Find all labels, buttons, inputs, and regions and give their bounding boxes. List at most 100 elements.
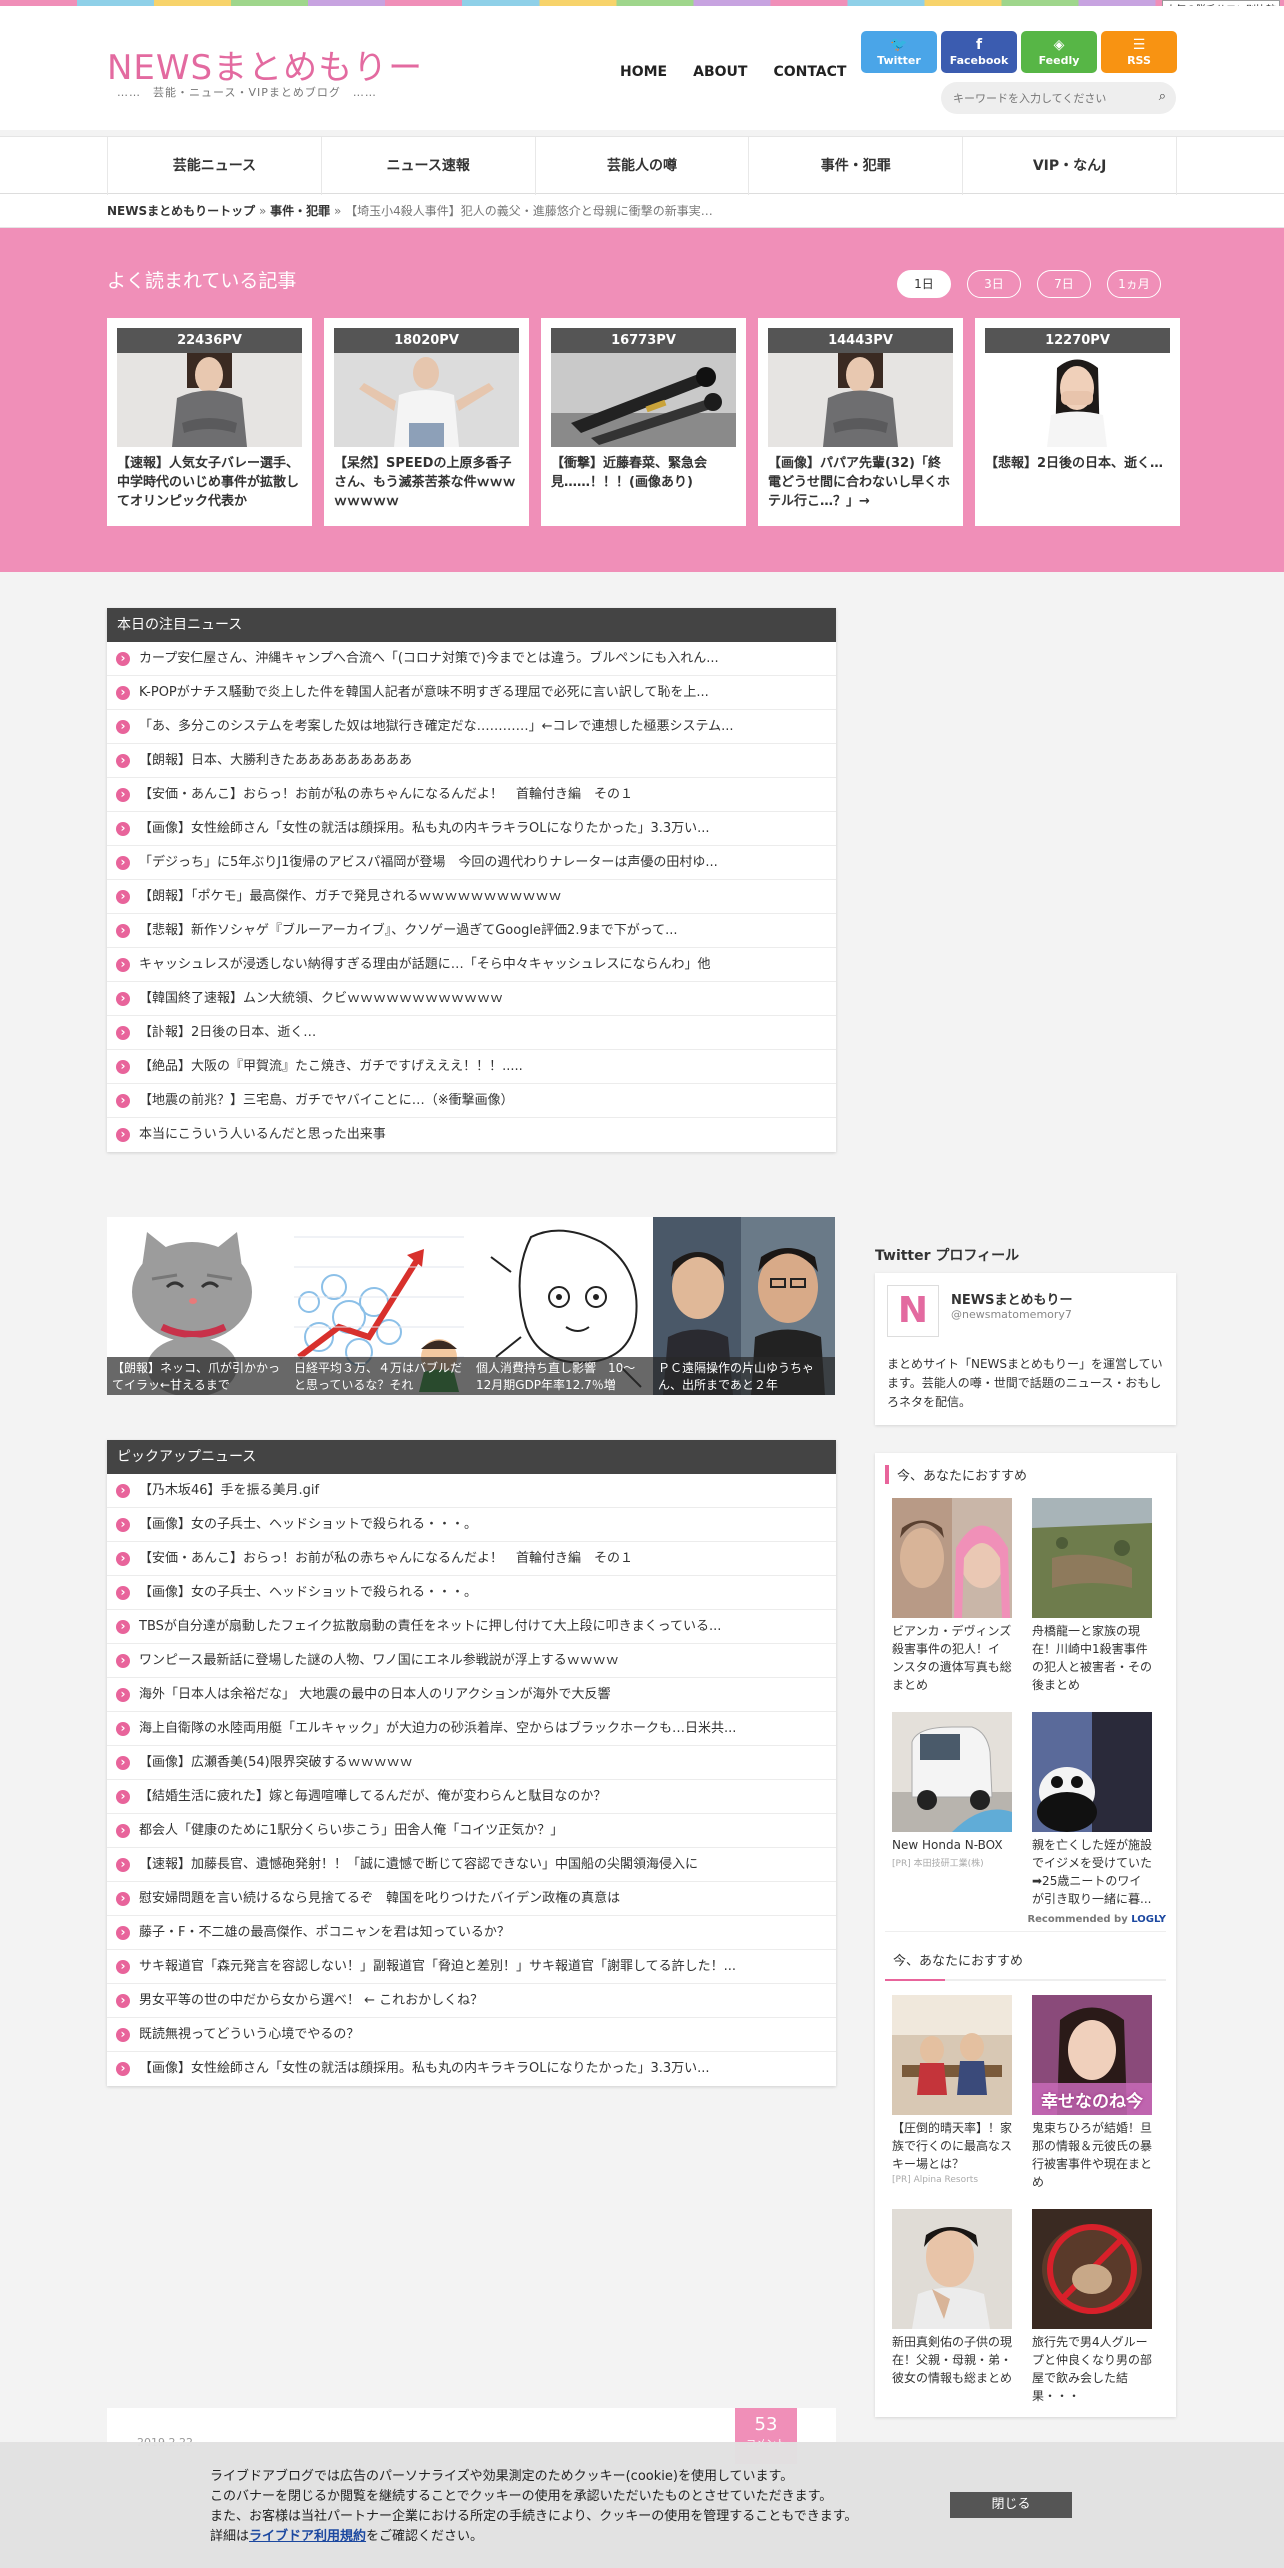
category-jiken-hanzai[interactable]: 事件・犯罪	[748, 137, 962, 195]
list-item[interactable]: 藤子・F・不二雄の最高傑作、ポコニャンを君は知っているか？	[107, 1916, 836, 1950]
avatar[interactable]: N	[887, 1285, 939, 1337]
list-item[interactable]: カープ安仁屋さん、沖縄キャンプへ合流へ「(コロナ対策で)今までとは違う。ブルペン…	[107, 642, 836, 676]
recommend-item-title[interactable]: 鬼束ちひろが結婚！旦那の情報＆元彼氏の暴行被害事件や現在まとめ	[1032, 2119, 1152, 2191]
list-item[interactable]: サキ報道官「森元発言を容認しない！」副報道官「脅迫と差別！」サキ報道官「謝罪して…	[107, 1950, 836, 1984]
twitter-button[interactable]: 🐦 Twitter	[861, 31, 937, 73]
recommend-image[interactable]	[892, 1497, 1012, 1618]
terms-link[interactable]: ライブドア利用規約	[249, 2529, 366, 2544]
card-title[interactable]: 【呆然】SPEEDの上原多香子さん、もう滅茶苦茶な件ｗｗｗｗｗｗｗｗ	[334, 455, 519, 513]
gallery-item[interactable]: 個人消費持ち直し影響 10～12月期GDP年率12.7％増	[471, 1217, 653, 1395]
recommend-item-title[interactable]: 新田真剣佑の子供の現在！父親・母親・弟・彼女の情報も総まとめ	[892, 2333, 1012, 2387]
profile-handle[interactable]: @newsmatomemory7	[951, 1308, 1164, 1321]
list-item[interactable]: TBSが自分達が扇動したフェイク拡散扇動の責任をネットに押し付けて大上段に叩きま…	[107, 1610, 836, 1644]
card-title[interactable]: 【速報】人気女子バレー選手、中学時代のいじめ事件が拡散してオリンピック代表か	[117, 455, 302, 513]
list-item[interactable]: 【画像】女の子兵士、ヘッドショットで殺られる・・・。	[107, 1576, 836, 1610]
list-item[interactable]: 【画像】女性絵師さん「女性の就活は顔採用。私も丸の内キラキラOLになりたかった」…	[107, 2052, 836, 2086]
recommend-item-title[interactable]: 旅行先で男4人グループと仲良くなり男の部屋で飲み会した結果・・・	[1032, 2333, 1152, 2405]
recommend-item[interactable]: New Honda N-BOX [PR] 本田技研工業(株)	[892, 1711, 1012, 1908]
recommend-item[interactable]: 親を亡くした姪が施設でイジメを受けていた➡25歳ニートのワイが引き取り一緒に暮.…	[1032, 1711, 1152, 1908]
tab-3day[interactable]: 3日	[967, 270, 1021, 298]
recommended-by[interactable]: Recommended by LOGLY	[885, 1914, 1166, 1932]
recommend-image[interactable]	[892, 1711, 1012, 1832]
tab-1day[interactable]: 1日	[897, 270, 951, 298]
list-item[interactable]: 【悲報】新作ソシャゲ『ブルーアーカイブ』、クソゲー過ぎてGoogle評価2.9ま…	[107, 914, 836, 948]
gallery-item[interactable]: ＰＣ遠隔操作の片山ゆうちゃん、出所まであと２年	[653, 1217, 835, 1395]
recommend-image[interactable]	[892, 1994, 1012, 2115]
card-thumbnail[interactable]	[334, 353, 519, 447]
recommend-item[interactable]: 舟橋龍一と家族の現在！川崎中1殺害事件の犯人と被害者・その後まとめ	[1032, 1497, 1152, 1694]
list-item[interactable]: キャッシュレスが浸透しない納得すぎる理由が話題に…「そら中々キャッシュレスになら…	[107, 948, 836, 982]
recommend-item-title[interactable]: 舟橋龍一と家族の現在！川崎中1殺害事件の犯人と被害者・その後まとめ	[1032, 1622, 1152, 1694]
category-geinou-news[interactable]: 芸能ニュース	[107, 137, 321, 195]
breadcrumb-home[interactable]: NEWSまとめもりートップ	[107, 204, 255, 218]
cookie-close-button[interactable]: 閉じる	[950, 2492, 1072, 2518]
gallery-caption[interactable]: 【朗報】ネッコ、爪が引かかってイラッ←甘えるまで	[107, 1357, 289, 1395]
list-item[interactable]: 【速報】加藤長官、遺憾砲発射！！「誠に遺憾で断じて容認できない」中国船の尖閣領海…	[107, 1848, 836, 1882]
ranking-card[interactable]: 18020PV 【呆然】SPEEDの上原多香子さん、もう滅茶苦茶な件ｗｗｗｗｗｗ…	[324, 318, 529, 526]
list-item[interactable]: 【韓国終了速報】ムン大統領、クビｗｗｗｗｗｗｗｗｗｗｗｗ	[107, 982, 836, 1016]
feedly-button[interactable]: ◈ Feedly	[1021, 31, 1097, 73]
category-geinoujin-uwasa[interactable]: 芸能人の噂	[534, 137, 749, 195]
recommend-item-title[interactable]: 親を亡くした姪が施設でイジメを受けていた➡25歳ニートのワイが引き取り一緒に暮.…	[1032, 1836, 1152, 1908]
category-vip-nanj[interactable]: VIP・なんJ	[962, 137, 1177, 195]
list-item[interactable]: 【画像】広瀬香美(54)限界突破するｗｗｗｗｗ	[107, 1746, 836, 1780]
recommend-image[interactable]: 幸せなのね今	[1032, 1994, 1152, 2115]
gallery-caption[interactable]: ＰＣ遠隔操作の片山ゆうちゃん、出所まであと２年	[653, 1357, 835, 1395]
card-thumbnail[interactable]	[117, 353, 302, 447]
nav-about[interactable]: ABOUT	[693, 64, 747, 80]
tab-1month[interactable]: 1ヵ月	[1107, 270, 1161, 298]
rss-button[interactable]: ☰ RSS	[1101, 31, 1177, 73]
card-title[interactable]: 【衝撃】近藤春菜、緊急会見……！！！(画像あり)	[551, 455, 736, 513]
list-item[interactable]: 本当にこういう人いるんだと思った出来事	[107, 1118, 836, 1152]
card-title[interactable]: 【悲報】2日後の日本、逝く…	[985, 455, 1170, 513]
ranking-card[interactable]: 16773PV 【衝撃】近藤春菜、緊急会見……！！！(画像あり)	[541, 318, 746, 526]
recommend-item-title[interactable]: New Honda N-BOX	[892, 1836, 1012, 1854]
recommend-image[interactable]	[1032, 1711, 1152, 1832]
list-item[interactable]: 既読無視ってどういう心境でやるの？	[107, 2018, 836, 2052]
gallery-item[interactable]: 【朗報】ネッコ、爪が引かかってイラッ←甘えるまで	[107, 1217, 289, 1395]
list-item[interactable]: 【朗報】「ポケモ」最高傑作、ガチで発見されるｗｗｗｗｗｗｗｗｗｗｗ	[107, 880, 836, 914]
card-title[interactable]: 【画像】パパア先輩(32)「終電どうせ間に合わないし早くホテル行こ…？」→	[768, 455, 953, 513]
recommend-item[interactable]: 旅行先で男4人グループと仲良くなり男の部屋で飲み会した結果・・・	[1032, 2208, 1152, 2405]
list-item[interactable]: ワンピース最新話に登場した謎の人物、ワノ国にエネル参戦説が浮上するｗｗｗｗ	[107, 1644, 836, 1678]
list-item[interactable]: 【訃報】2日後の日本、逝く…	[107, 1016, 836, 1050]
recommend-image[interactable]	[1032, 1497, 1152, 1618]
ranking-card[interactable]: 22436PV 【速報】人気女子バレー選手、中学時代のいじめ事件が拡散してオリン…	[107, 318, 312, 526]
list-item[interactable]: 慰安婦問題を言い続けるなら見捨てるぞ 韓国を叱りつけたバイデン政権の真意は	[107, 1882, 836, 1916]
card-thumbnail[interactable]	[985, 353, 1170, 447]
card-thumbnail[interactable]	[551, 353, 736, 447]
recommend-item-title[interactable]: ビアンカ・デヴィンズ殺害事件の犯人！インスタの遺体写真も総まとめ	[892, 1622, 1012, 1694]
list-item[interactable]: 【安価・あんこ】おらっ！お前が私の赤ちゃんになるんだよ！ 首輪付き編 その１	[107, 778, 836, 812]
list-item[interactable]: K-POPがナチス騒動で炎上した件を韓国人記者が意味不明すぎる理屈で必死に言い訳…	[107, 676, 836, 710]
recommend-item[interactable]: 新田真剣佑の子供の現在！父親・母親・弟・彼女の情報も総まとめ	[892, 2208, 1012, 2405]
twitter-profile-card[interactable]: N NEWSまとめもりー @newsmatomemory7 まとめサイト「NEW…	[875, 1273, 1176, 1425]
list-item[interactable]: 「あ、多分このシステムを考案した奴は地獄行き確定だな…………」←コレで連想した極…	[107, 710, 836, 744]
recommend-item-title[interactable]: 【圧倒的晴天率】！家族で行くのに最高なスキー場とは？	[892, 2119, 1012, 2173]
list-item[interactable]: 「デジっち」に5年ぶりJ1復帰のアビスパ福岡が登場 今回の週代わりナレーターは声…	[107, 846, 836, 880]
list-item[interactable]: 【朗報】日本、大勝利きたあああああああああ	[107, 744, 836, 778]
list-item[interactable]: 【絶品】大阪の『甲賀流』たこ焼き、ガチですげえええ！！！.....	[107, 1050, 836, 1084]
list-item[interactable]: 海上自衛隊の水陸両用艇「エルキャック」が大迫力の砂浜着岸、空からはブラックホーク…	[107, 1712, 836, 1746]
facebook-button[interactable]: f Facebook	[941, 31, 1017, 73]
recommend-image[interactable]	[892, 2208, 1012, 2329]
breadcrumb-category[interactable]: 事件・犯罪	[270, 204, 330, 218]
list-item[interactable]: 海外「日本人は余裕だな」 大地震の最中の日本人のリアクションが海外で大反響	[107, 1678, 836, 1712]
recommend-item[interactable]: ビアンカ・デヴィンズ殺害事件の犯人！インスタの遺体写真も総まとめ	[892, 1497, 1012, 1694]
site-logo[interactable]: NEWSまとめもりー	[107, 40, 423, 89]
recommend-item[interactable]: 幸せなのね今 鬼束ちひろが結婚！旦那の情報＆元彼氏の暴行被害事件や現在まとめ	[1032, 1994, 1152, 2191]
search-icon[interactable]: ⌕	[1159, 89, 1166, 104]
nav-contact[interactable]: CONTACT	[773, 64, 846, 80]
list-item[interactable]: 【安価・あんこ】おらっ！お前が私の赤ちゃんになるんだよ！ 首輪付き編 その１	[107, 1542, 836, 1576]
gallery-caption[interactable]: 日経平均３万、４万はバブルだと思っているな？それ	[289, 1357, 471, 1395]
ranking-card[interactable]: 12270PV 【悲報】2日後の日本、逝く…	[975, 318, 1180, 526]
profile-name[interactable]: NEWSまとめもりー	[951, 1285, 1164, 1308]
list-item[interactable]: 男女平等の世の中だから女から選べ！ ← これおかしくね？	[107, 1984, 836, 2018]
recommend-image[interactable]	[1032, 2208, 1152, 2329]
ranking-card[interactable]: 14443PV 【画像】パパア先輩(32)「終電どうせ間に合わないし早くホテル行…	[758, 318, 963, 526]
recommend-item[interactable]: 【圧倒的晴天率】！家族で行くのに最高なスキー場とは？ [PR] Alpina R…	[892, 1994, 1012, 2191]
list-item[interactable]: 【画像】女性絵師さん「女性の就活は顔採用。私も丸の内キラキラOLになりたかった」…	[107, 812, 836, 846]
list-item[interactable]: 【地震の前兆？】三宅島、ガチでヤバイことに…（※衝撃画像）	[107, 1084, 836, 1118]
gallery-caption[interactable]: 個人消費持ち直し影響 10～12月期GDP年率12.7％増	[471, 1357, 653, 1395]
tab-7day[interactable]: 7日	[1037, 270, 1091, 298]
list-item[interactable]: 都会人「健康のために1駅分くらい歩こう」田舎人俺「コイツ正気か？」	[107, 1814, 836, 1848]
